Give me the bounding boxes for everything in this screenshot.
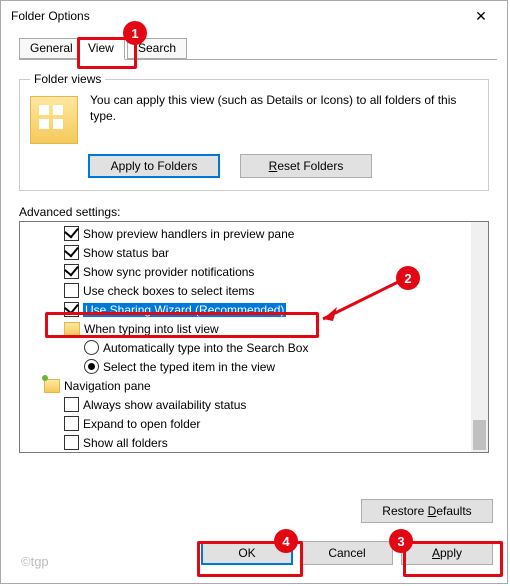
- option-select-typed-item[interactable]: Select the typed item in the view: [24, 357, 484, 376]
- option-show-status-bar[interactable]: Show status bar: [24, 243, 484, 262]
- checkbox-icon: [64, 416, 79, 431]
- tab-general[interactable]: General: [19, 38, 84, 59]
- tab-row: General View Search: [19, 35, 497, 60]
- option-use-checkboxes[interactable]: Use check boxes to select items: [24, 281, 484, 300]
- option-show-preview-handlers[interactable]: Show preview handlers in preview pane: [24, 224, 484, 243]
- option-navigation-pane-group[interactable]: Navigation pane: [24, 376, 484, 395]
- checkbox-icon: [64, 264, 79, 279]
- checkbox-icon: [64, 283, 79, 298]
- option-show-all-folders[interactable]: Show all folders: [24, 433, 484, 452]
- window-title: Folder Options: [11, 9, 90, 23]
- advanced-settings-label: Advanced settings:: [19, 205, 489, 219]
- checkbox-icon: [64, 302, 79, 317]
- navigation-folder-icon: [44, 379, 60, 393]
- ok-button[interactable]: OK: [201, 541, 293, 565]
- folder-icon: [64, 322, 80, 336]
- folder-views-group: Folder views You can apply this view (su…: [19, 72, 489, 191]
- radio-icon: [84, 340, 99, 355]
- cancel-button[interactable]: Cancel: [301, 541, 393, 565]
- option-show-libraries[interactable]: Show libraries: [24, 452, 484, 453]
- option-always-availability[interactable]: Always show availability status: [24, 395, 484, 414]
- restore-defaults-button[interactable]: Restore Defaults: [361, 499, 493, 523]
- scrollbar[interactable]: [471, 222, 488, 452]
- reset-folders-button[interactable]: Reset Folders: [240, 154, 372, 178]
- scrollbar-thumb[interactable]: [473, 420, 486, 450]
- apply-button[interactable]: Apply: [401, 541, 493, 565]
- folder-options-window: Folder Options ✕ General View Search Fol…: [0, 0, 508, 584]
- folder-views-icon: [30, 96, 78, 144]
- dialog-footer: Restore Defaults OK Cancel Apply ©tgp: [1, 491, 507, 583]
- close-button[interactable]: ✕: [461, 2, 501, 30]
- option-show-sync-notifications[interactable]: Show sync provider notifications: [24, 262, 484, 281]
- option-use-sharing-wizard[interactable]: Use Sharing Wizard (Recommended): [24, 300, 484, 319]
- folder-views-description: You can apply this view (such as Details…: [90, 92, 478, 124]
- tab-view[interactable]: View: [77, 38, 125, 60]
- advanced-settings-inner[interactable]: Show preview handlers in preview pane Sh…: [20, 222, 488, 453]
- apply-to-folders-button[interactable]: Apply to Folders: [88, 154, 220, 178]
- checkbox-icon: [64, 397, 79, 412]
- titlebar: Folder Options ✕: [1, 1, 507, 31]
- radio-icon: [84, 359, 99, 374]
- folder-views-legend: Folder views: [30, 72, 105, 86]
- checkbox-icon: [64, 226, 79, 241]
- tab-search[interactable]: Search: [127, 38, 187, 59]
- checkbox-icon: [64, 435, 79, 450]
- watermark: ©tgp: [21, 554, 49, 569]
- advanced-settings-list: Show preview handlers in preview pane Sh…: [19, 221, 489, 453]
- tab-content: Folder views You can apply this view (su…: [1, 60, 507, 453]
- option-expand-open-folder[interactable]: Expand to open folder: [24, 414, 484, 433]
- close-icon: ✕: [475, 8, 487, 25]
- checkbox-icon: [64, 245, 79, 260]
- option-auto-type-search[interactable]: Automatically type into the Search Box: [24, 338, 484, 357]
- option-when-typing-group[interactable]: When typing into list view: [24, 319, 484, 338]
